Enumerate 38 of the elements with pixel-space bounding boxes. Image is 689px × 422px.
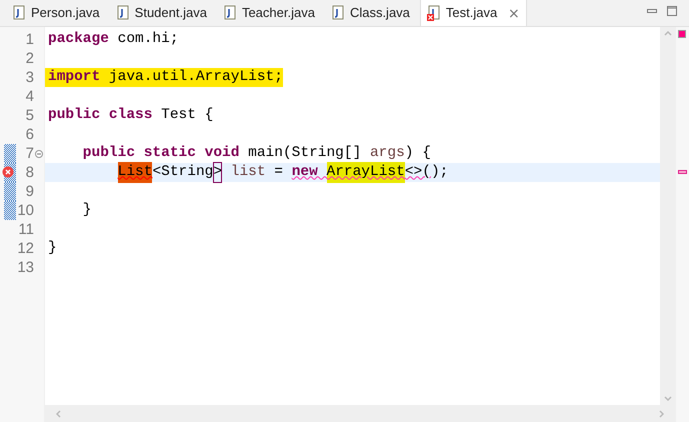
line-number: 2 — [24, 51, 34, 66]
code-line: public class Test { — [47, 106, 214, 125]
scroll-up-icon[interactable] — [664, 31, 672, 36]
line-number: 8 — [24, 165, 34, 180]
code-line: } — [82, 201, 93, 220]
line-number: 3 — [24, 70, 34, 85]
error-marker[interactable] — [678, 170, 687, 174]
java-file-icon — [12, 5, 26, 21]
java-file-icon — [116, 5, 130, 21]
editor-tab[interactable]: Person.java — [6, 0, 106, 26]
editor-tab[interactable]: Student.java — [110, 0, 213, 26]
code-line: package com.hi; — [47, 30, 180, 49]
line-number: 7 — [24, 146, 34, 161]
occurrence-highlight: import java.util.ArrayList; — [45, 68, 283, 87]
line-number: 10 — [16, 203, 34, 218]
editor-tab[interactable]: Teacher.java — [216, 0, 321, 26]
close-button[interactable]: ⨯ — [508, 2, 520, 24]
java-file-icon — [330, 5, 345, 21]
java-file-icon — [222, 5, 237, 21]
code-line: public static void main(String[] args) { — [82, 144, 432, 163]
collapse-icon[interactable] — [35, 150, 43, 158]
line-number: 1 — [24, 32, 34, 47]
editor-tab[interactable]: Class.java — [324, 0, 416, 26]
scroll-down-icon[interactable] — [664, 396, 672, 401]
line-number: 11 — [17, 222, 34, 237]
line-number: 6 — [24, 127, 34, 142]
line-number: 5 — [24, 108, 34, 123]
line-number: 12 — [16, 241, 34, 256]
line-number: 9 — [24, 184, 34, 199]
scroll-right-icon[interactable] — [659, 410, 664, 418]
line-number: 13 — [16, 260, 34, 275]
error-indicator — [678, 30, 686, 38]
editor-tab[interactable]: Test.java ⨯ — [420, 0, 528, 26]
scroll-left-icon[interactable] — [56, 410, 61, 418]
code-line: } — [47, 239, 58, 258]
line-number: 4 — [24, 89, 34, 104]
minimize-icon[interactable] — [647, 6, 657, 16]
maximize-icon[interactable] — [667, 6, 677, 16]
